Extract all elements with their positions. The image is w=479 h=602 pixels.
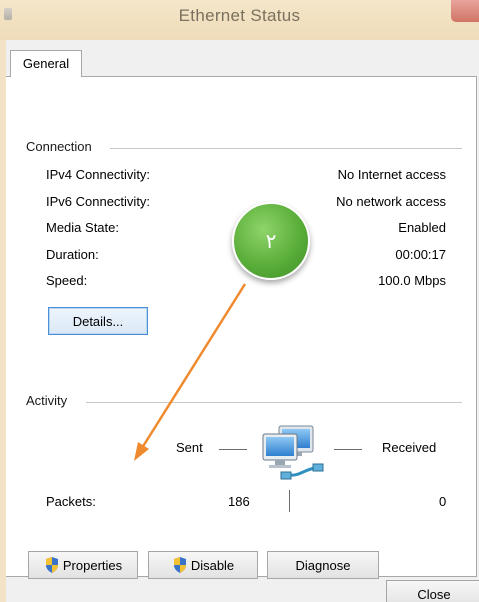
activity-divider xyxy=(86,402,462,403)
sent-label: Sent xyxy=(176,440,203,455)
dialog-body: General Connection IPv4 Connectivity: No… xyxy=(6,40,479,602)
duration-label: Duration: xyxy=(46,247,99,262)
title-bar[interactable]: Ethernet Status xyxy=(0,0,479,40)
speed-value: 100.0 Mbps xyxy=(378,273,446,288)
ipv4-label: IPv4 Connectivity: xyxy=(46,167,151,182)
connection-divider xyxy=(110,148,462,149)
details-button[interactable]: Details... xyxy=(48,307,148,335)
close-button[interactable]: Close xyxy=(386,580,479,602)
shield-icon xyxy=(173,557,186,573)
duration-value: 00:00:17 xyxy=(395,247,446,262)
ipv6-label: IPv6 Connectivity: xyxy=(46,194,151,209)
disable-button-label: Disable xyxy=(190,557,235,573)
properties-button-label: Properties xyxy=(62,557,123,573)
general-panel: Connection IPv4 Connectivity: No Interne… xyxy=(6,76,477,579)
annotation-badge: ٢ xyxy=(232,202,310,280)
connection-group-label: Connection xyxy=(26,139,98,154)
packets-separator xyxy=(289,490,290,512)
media-state-value: Enabled xyxy=(398,220,446,235)
media-state-label: Media State: xyxy=(46,220,119,235)
speed-label: Speed: xyxy=(46,273,88,288)
sent-dash xyxy=(219,449,247,450)
packets-received-value: 0 xyxy=(439,494,447,509)
packets-label: Packets: xyxy=(46,494,96,509)
window-close-icon[interactable] xyxy=(451,0,479,22)
received-label: Received xyxy=(382,440,437,455)
packets-sent-value: 186 xyxy=(228,494,250,509)
ethernet-status-window: Ethernet Status General Connection IPv4 … xyxy=(0,0,479,602)
network-computers-icon xyxy=(262,425,324,480)
disable-button[interactable]: Disable xyxy=(148,551,258,579)
received-dash xyxy=(334,449,362,450)
properties-button[interactable]: Properties xyxy=(28,551,138,579)
diagnose-button[interactable]: Diagnose xyxy=(267,551,379,579)
ipv6-value: No network access xyxy=(336,194,446,209)
activity-group-label: Activity xyxy=(26,393,74,408)
shield-icon xyxy=(45,557,58,573)
tab-general[interactable]: General xyxy=(10,50,82,77)
ipv4-value: No Internet access xyxy=(337,167,446,182)
window-title: Ethernet Status xyxy=(178,6,301,25)
